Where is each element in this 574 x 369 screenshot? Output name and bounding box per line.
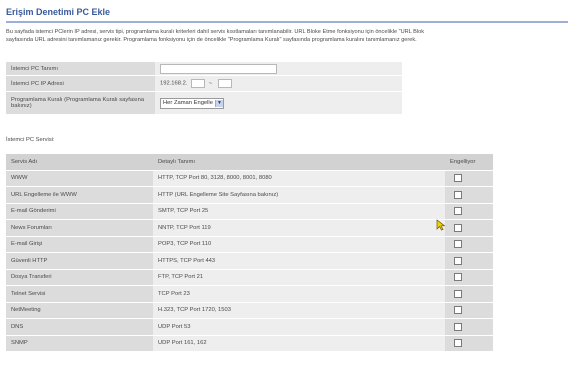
schedule-select[interactable]: Her Zaman Engelle ▼ — [160, 97, 224, 109]
table-row: Güvenli HTTP HTTPS, TCP Port 443 — [6, 252, 493, 270]
pc-description-label: İstemci PC Tanımı — [6, 62, 155, 76]
schedule-row: Programlama Kuralı (Programlama Kuralı s… — [6, 91, 402, 115]
service-detail: NNTP, TCP Port 119 — [153, 219, 445, 237]
column-header-blocked: Engelliyor — [445, 154, 493, 171]
column-header-detail: Detaylı Tanımı — [153, 154, 445, 171]
block-checkbox[interactable] — [454, 190, 462, 199]
service-detail: HTTPS, TCP Port 443 — [153, 252, 445, 270]
service-name: WWW — [6, 170, 153, 187]
block-checkbox[interactable] — [454, 273, 462, 282]
service-detail: HTTP (URL Engelleme Site Sayfasına bakın… — [153, 186, 445, 204]
column-header-service-name: Servis Adı — [6, 154, 153, 171]
service-detail: H.323, TCP Port 1720, 1503 — [153, 302, 445, 319]
block-checkbox[interactable] — [454, 306, 462, 315]
table-row: News Forumları NNTP, TCP Port 119 — [6, 219, 493, 237]
ip-address-label: İstemci PC IP Adresi — [6, 75, 155, 92]
table-row: E-mail Girişi POP3, TCP Port 110 — [6, 236, 493, 253]
block-checkbox[interactable] — [454, 174, 462, 183]
block-checkbox[interactable] — [454, 339, 462, 348]
schedule-label: Programlama Kuralı (Programlama Kuralı s… — [6, 91, 155, 115]
service-name: E-mail Girişi — [6, 236, 153, 253]
service-detail: FTP, TCP Port 21 — [153, 269, 445, 286]
page-title: Erişim Denetimi PC Ekle — [6, 7, 111, 17]
service-name: NetMeeting — [6, 302, 153, 319]
service-detail: HTTP, TCP Port 80, 3128, 8000, 8001, 808… — [153, 170, 445, 187]
ip-start-input[interactable] — [191, 79, 206, 88]
service-name: Dosya Transferi — [6, 269, 153, 286]
pc-settings-form: İstemci PC Tanımı İstemci PC IP Adresi 1… — [6, 62, 402, 115]
service-table-header: Servis Adı Detaylı Tanımı Engelliyor — [6, 154, 493, 171]
table-row: WWW HTTP, TCP Port 80, 3128, 8000, 8001,… — [6, 170, 493, 187]
mouse-cursor-icon — [436, 219, 446, 231]
service-name: Telnet Servisi — [6, 285, 153, 303]
table-row: URL Engelleme ile WWW HTTP (URL Engellem… — [6, 186, 493, 204]
ip-range-separator: ~ — [208, 80, 213, 87]
schedule-selected-value: Her Zaman Engelle — [163, 100, 213, 106]
service-name: DNS — [6, 318, 153, 336]
description-line-1: Bu sayfada istemci PClerin IP adresi, se… — [6, 29, 425, 35]
pc-description-input[interactable] — [160, 63, 277, 74]
table-row: DNS UDP Port 53 — [6, 318, 493, 336]
table-row: Dosya Transferi FTP, TCP Port 21 — [6, 269, 493, 286]
ip-prefix: 192.168.2. — [160, 80, 188, 87]
service-section-label: İstemci PC Servisi: — [6, 137, 55, 143]
service-detail: UDP Port 161, 162 — [153, 335, 445, 352]
service-name: News Forumları — [6, 219, 153, 237]
description-line-2: sayfasında URL adresini tanımlamanız ger… — [6, 37, 417, 43]
service-name: URL Engelleme ile WWW — [6, 186, 153, 204]
block-checkbox[interactable] — [454, 322, 462, 331]
page-description: Bu sayfada istemci PClerin IP adresi, se… — [6, 28, 572, 44]
chevron-down-icon[interactable]: ▼ — [214, 99, 223, 107]
service-detail: UDP Port 53 — [153, 318, 445, 336]
block-checkbox[interactable] — [454, 207, 462, 216]
table-row: NetMeeting H.323, TCP Port 1720, 1503 — [6, 302, 493, 319]
service-table: Servis Adı Detaylı Tanımı Engelliyor WWW… — [6, 154, 493, 352]
table-row: E-mail Gönderimi SMTP, TCP Port 25 — [6, 203, 493, 220]
block-checkbox[interactable] — [454, 223, 462, 232]
block-checkbox[interactable] — [454, 256, 462, 265]
service-name: Güvenli HTTP — [6, 252, 153, 270]
service-name: E-mail Gönderimi — [6, 203, 153, 220]
service-detail: POP3, TCP Port 110 — [153, 236, 445, 253]
title-divider — [6, 21, 568, 23]
service-detail: SMTP, TCP Port 25 — [153, 203, 445, 220]
pc-description-row: İstemci PC Tanımı — [6, 62, 402, 76]
service-name: SNMP — [6, 335, 153, 352]
ip-end-input[interactable] — [217, 79, 232, 88]
block-checkbox[interactable] — [454, 289, 462, 298]
ip-address-row: İstemci PC IP Adresi 192.168.2. ~ — [6, 75, 402, 92]
table-row: SNMP UDP Port 161, 162 — [6, 335, 493, 352]
table-row: Telnet Servisi TCP Port 23 — [6, 285, 493, 303]
block-checkbox[interactable] — [454, 240, 462, 249]
service-detail: TCP Port 23 — [153, 285, 445, 303]
